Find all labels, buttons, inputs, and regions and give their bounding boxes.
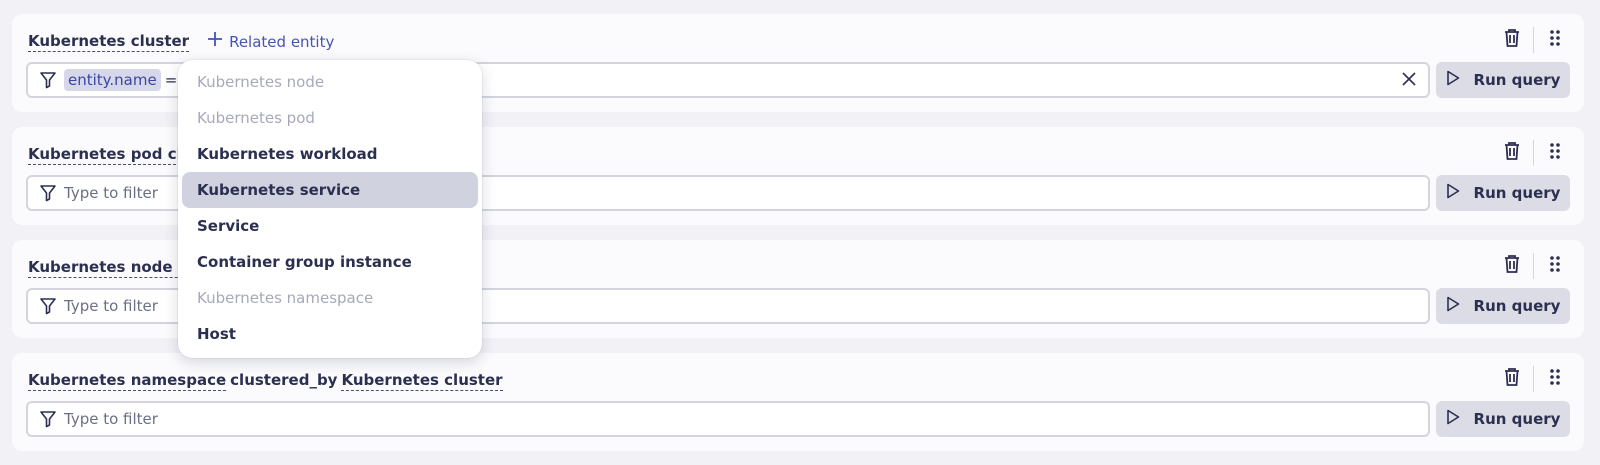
dropdown-item-kubernetes-namespace: Kubernetes namespace <box>197 289 374 307</box>
query-title-row: Kubernetes pod clus <box>28 141 202 169</box>
delete-button[interactable] <box>1497 28 1527 52</box>
delete-button[interactable] <box>1497 254 1527 278</box>
entity-selector[interactable]: Kubernetes pod clus <box>28 145 202 165</box>
play-icon <box>1446 183 1460 203</box>
drag-handle-icon <box>1549 29 1561 51</box>
query-card-4: Kubernetes namespace clustered_by Kubern… <box>12 353 1584 451</box>
drag-handle-icon <box>1549 142 1561 164</box>
run-query-label: Run query <box>1473 71 1561 89</box>
drag-handle-icon <box>1549 255 1561 277</box>
divider <box>1533 140 1534 166</box>
query-title-row: Kubernetes cluster Related entity <box>28 28 334 56</box>
divider <box>1533 253 1534 279</box>
card-actions <box>1497 27 1570 53</box>
filter-icon <box>38 183 58 203</box>
dropdown-item-container-group-instance[interactable]: Container group instance <box>182 244 478 280</box>
run-query-label: Run query <box>1473 410 1561 428</box>
dropdown-item-kubernetes-service[interactable]: Kubernetes service <box>182 172 478 208</box>
trash-icon <box>1503 367 1521 391</box>
related-entity-dropdown: Kubernetes node Kubernetes pod Kubernete… <box>178 60 482 358</box>
drag-handle[interactable] <box>1540 141 1570 165</box>
drag-handle-icon <box>1549 368 1561 390</box>
trash-icon <box>1503 254 1521 278</box>
dropdown-item-kubernetes-workload[interactable]: Kubernetes workload <box>182 136 478 172</box>
card-actions <box>1497 253 1570 279</box>
entity-selector[interactable]: Kubernetes cluster <box>28 32 190 52</box>
filter-placeholder: Type to filter <box>64 410 158 428</box>
add-related-entity-button[interactable]: Related entity <box>207 32 334 52</box>
divider <box>1533 366 1534 392</box>
entity-selector[interactable]: Kubernetes namespace <box>28 371 227 391</box>
card-actions <box>1497 366 1570 392</box>
filter-input[interactable]: Type to filter <box>26 401 1430 437</box>
drag-handle[interactable] <box>1540 254 1570 278</box>
dropdown-item-service[interactable]: Service <box>182 208 478 244</box>
filter-icon <box>38 409 58 429</box>
add-related-entity-label: Related entity <box>229 33 335 51</box>
play-icon <box>1446 70 1460 90</box>
run-query-button[interactable]: Run query <box>1436 175 1570 211</box>
filter-icon <box>38 296 58 316</box>
dropdown-item-kubernetes-pod: Kubernetes pod <box>197 109 315 127</box>
plus-icon <box>207 30 223 52</box>
dropdown-item-host[interactable]: Host <box>182 316 478 352</box>
entity-selector[interactable]: Kubernetes node clu <box>28 258 203 278</box>
clear-filter-button[interactable] <box>1398 70 1420 92</box>
filter-placeholder: Type to filter <box>64 184 158 202</box>
divider <box>1533 27 1534 53</box>
play-icon <box>1446 296 1460 316</box>
drag-handle[interactable] <box>1540 367 1570 391</box>
drag-handle[interactable] <box>1540 28 1570 52</box>
delete-button[interactable] <box>1497 141 1527 165</box>
filter-icon <box>38 70 58 90</box>
target-entity-selector[interactable]: Kubernetes cluster <box>341 371 503 391</box>
filter-placeholder: Type to filter <box>64 297 158 315</box>
run-query-button[interactable]: Run query <box>1436 288 1570 324</box>
run-query-button[interactable]: Run query <box>1436 401 1570 437</box>
run-query-label: Run query <box>1473 184 1561 202</box>
relation-label: clustered_by <box>230 371 338 389</box>
play-icon <box>1446 409 1460 429</box>
close-icon <box>1401 71 1417 91</box>
delete-button[interactable] <box>1497 367 1527 391</box>
trash-icon <box>1503 141 1521 165</box>
run-query-label: Run query <box>1473 297 1561 315</box>
card-actions <box>1497 140 1570 166</box>
trash-icon <box>1503 28 1521 52</box>
dropdown-item-kubernetes-node: Kubernetes node <box>197 73 325 91</box>
filter-chip-key: entity.name <box>64 69 161 91</box>
query-title-row: Kubernetes node clu <box>28 254 203 282</box>
query-title-row: Kubernetes namespace clustered_by Kubern… <box>28 367 503 395</box>
run-query-button[interactable]: Run query <box>1436 62 1570 98</box>
